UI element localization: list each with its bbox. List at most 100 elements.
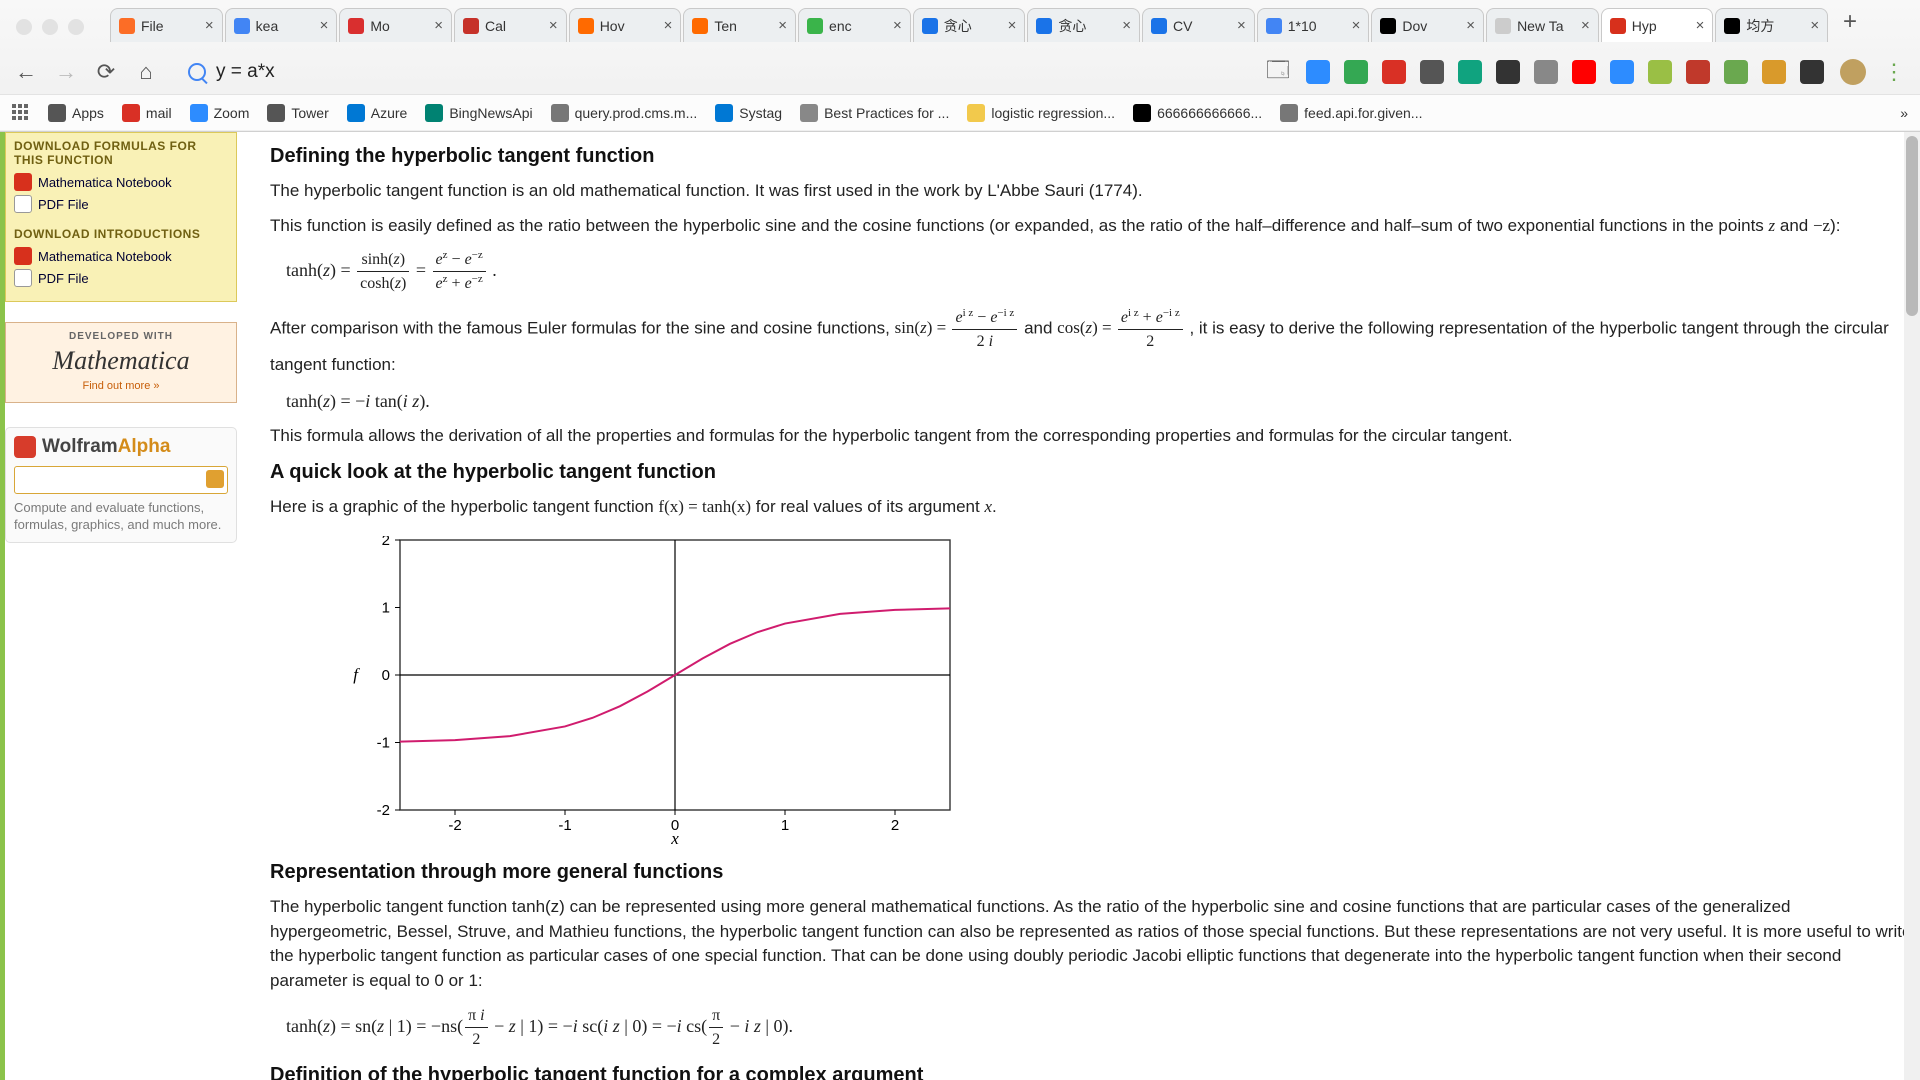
pdf-icon — [14, 269, 32, 287]
tab[interactable]: enc× — [798, 8, 911, 42]
close-icon[interactable]: × — [1237, 17, 1246, 34]
tab[interactable]: CV× — [1142, 8, 1255, 42]
back-button[interactable]: ← — [14, 59, 38, 85]
wolfram-alpha-submit[interactable] — [206, 470, 224, 488]
bookmark-label: Best Practices for ... — [824, 105, 949, 121]
avatar[interactable] — [1840, 59, 1866, 85]
tab[interactable]: Hyp× — [1601, 8, 1714, 42]
wolfram-alpha-input[interactable] — [14, 466, 228, 494]
close-icon[interactable]: × — [1696, 17, 1705, 34]
bookmark-item[interactable]: query.prod.cms.m... — [551, 104, 698, 122]
tab-title: 贪心 — [1058, 16, 1118, 36]
favicon — [1036, 18, 1052, 34]
tab[interactable]: kea× — [225, 8, 338, 42]
close-icon[interactable]: × — [664, 17, 673, 34]
address-bar[interactable]: y = a*x — [174, 61, 1250, 83]
extension-icon[interactable] — [1496, 60, 1520, 84]
bookmarks-overflow[interactable]: » — [1900, 105, 1908, 121]
bookmark-item[interactable]: feed.api.for.given... — [1280, 104, 1422, 122]
extension-icon[interactable] — [1800, 60, 1824, 84]
tab-title: 贪心 — [944, 16, 1004, 36]
svg-text:1: 1 — [781, 817, 789, 834]
bookmarks-bar: Apps mail Zoom Tower Azure BingNewsApi query.p… — [0, 94, 1920, 130]
bookmark-item[interactable]: logistic regression... — [967, 104, 1115, 122]
favicon — [234, 18, 250, 34]
close-icon[interactable]: × — [1352, 17, 1361, 34]
wolfram-alpha-logo[interactable]: WolframAlpha — [14, 436, 228, 458]
extension-icon[interactable] — [1762, 60, 1786, 84]
forward-button[interactable]: → — [54, 59, 78, 85]
bookmark-item[interactable]: Azure — [347, 104, 408, 122]
tanh-chart: -2-1012-2-1012xf — [340, 536, 960, 848]
close-icon[interactable]: × — [434, 17, 443, 34]
bookmark-item[interactable]: BingNewsApi — [425, 104, 532, 122]
close-icon[interactable]: × — [320, 17, 329, 34]
bookmark-item[interactable]: Zoom — [190, 104, 250, 122]
close-icon[interactable]: × — [778, 17, 787, 34]
extension-icon[interactable] — [1686, 60, 1710, 84]
extension-icon[interactable] — [1382, 60, 1406, 84]
close-icon[interactable]: × — [1466, 17, 1475, 34]
notebook-icon — [14, 173, 32, 191]
extension-icon[interactable] — [1534, 60, 1558, 84]
tab[interactable]: File× — [110, 8, 223, 42]
vertical-scrollbar[interactable] — [1904, 132, 1920, 1080]
tab[interactable]: 均方× — [1715, 8, 1828, 42]
banner-more-link[interactable]: Find out more » — [12, 380, 230, 392]
bookmark-label: feed.api.for.given... — [1304, 105, 1422, 121]
bookmark-item[interactable]: Tower — [267, 104, 328, 122]
bookmark-item[interactable]: 666666666666... — [1133, 104, 1262, 122]
page-viewport: DOWNLOAD FORMULAS FOR THIS FUNCTION Math… — [0, 132, 1920, 1080]
extension-icon[interactable] — [1572, 60, 1596, 84]
sidebar-item-pdf-1[interactable]: PDF File — [14, 195, 228, 213]
tab[interactable]: Mo× — [339, 8, 452, 42]
home-button[interactable]: ⌂ — [134, 59, 158, 85]
extension-icon[interactable] — [1458, 60, 1482, 84]
extension-icon[interactable] — [1420, 60, 1444, 84]
tab[interactable]: New Ta× — [1486, 8, 1599, 42]
reload-button[interactable]: ⟳ — [94, 59, 118, 85]
close-icon[interactable]: × — [549, 17, 558, 34]
bookmark-item[interactable]: Systag — [715, 104, 782, 122]
scrollbar-thumb[interactable] — [1906, 136, 1918, 316]
favicon — [1151, 18, 1167, 34]
tab[interactable]: Dov× — [1371, 8, 1484, 42]
window-controls[interactable] — [16, 19, 84, 35]
extension-icon[interactable] — [1306, 60, 1330, 84]
close-icon[interactable]: × — [893, 17, 902, 34]
close-icon[interactable]: × — [205, 17, 214, 34]
extension-icon[interactable] — [1724, 60, 1748, 84]
extension-icon[interactable] — [1344, 60, 1368, 84]
sidebar-item-notebook-2[interactable]: Mathematica Notebook — [14, 247, 228, 265]
close-icon[interactable]: × — [1810, 17, 1819, 34]
menu-button[interactable]: ⋮ — [1882, 59, 1906, 85]
bookmark-item[interactable]: Best Practices for ... — [800, 104, 949, 122]
tab[interactable]: Cal× — [454, 8, 567, 42]
heading-defining: Defining the hyperbolic tangent function — [270, 142, 1912, 171]
chart-svg: -2-1012-2-1012xf — [340, 536, 960, 848]
extension-icon[interactable] — [1610, 60, 1634, 84]
favicon — [1266, 18, 1282, 34]
tab[interactable]: 贪心× — [913, 8, 1026, 42]
bookmark-item[interactable]: mail — [122, 104, 172, 122]
tab[interactable]: 贪心× — [1027, 8, 1140, 42]
bookmark-label: Azure — [371, 105, 408, 121]
close-icon[interactable]: × — [1581, 17, 1590, 34]
sidebar-item-notebook-1[interactable]: Mathematica Notebook — [14, 173, 228, 191]
extension-icon[interactable] — [1648, 60, 1672, 84]
bookmark-item[interactable]: Apps — [48, 104, 104, 122]
mathematica-banner[interactable]: DEVELOPED WITH Mathematica Find out more… — [5, 322, 237, 403]
tab[interactable]: Hov× — [569, 8, 682, 42]
tab-title: Hov — [600, 18, 660, 34]
new-tab-button[interactable]: + — [1832, 8, 1868, 36]
favicon — [1610, 18, 1626, 34]
close-icon[interactable]: × — [1122, 17, 1131, 34]
tab[interactable]: Ten× — [683, 8, 796, 42]
tab[interactable]: 1*10× — [1257, 8, 1370, 42]
wolfram-logo-icon — [14, 436, 36, 458]
translate-icon[interactable]: 🗔 — [1266, 53, 1290, 91]
close-icon[interactable]: × — [1008, 17, 1017, 34]
sidebar-item-pdf-2[interactable]: PDF File — [14, 269, 228, 287]
url-text: y = a*x — [216, 61, 275, 83]
apps-launcher[interactable] — [12, 104, 30, 122]
